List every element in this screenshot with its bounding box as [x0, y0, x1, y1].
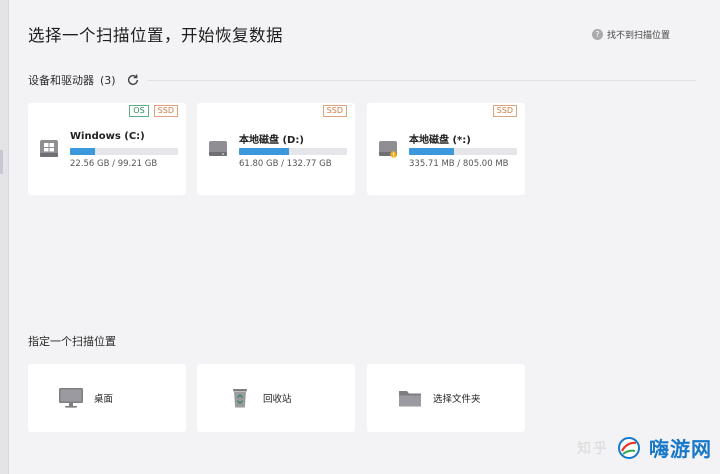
desktop-monitor-icon [59, 388, 83, 408]
drive-card-c[interactable]: OS SSD Windows (C:) 22.56 GB / 99.21 GB [28, 103, 186, 195]
site-watermark: 嗨游网 [649, 437, 712, 461]
help-link-label: 找不到扫描位置 [606, 31, 670, 41]
drive-name: Windows (C:) [70, 131, 145, 142]
drive-card-d[interactable]: SSD 本地磁盘 (D:) 61.80 GB / 132.77 GB [197, 103, 355, 195]
recycle-bin-icon [233, 389, 247, 408]
drive-usage-fill [409, 148, 455, 155]
refresh-icon[interactable] [126, 73, 140, 87]
location-section-label: 指定一个扫描位置 [28, 335, 116, 348]
drive-badges: SSD [492, 105, 517, 117]
devices-section-label: 设备和驱动器 [28, 74, 94, 87]
location-section-header: 指定一个扫描位置 [28, 333, 116, 349]
hard-drive-icon [209, 141, 227, 156]
location-recycle-bin[interactable]: 回收站 [197, 364, 355, 432]
ssd-badge: SSD [492, 105, 517, 117]
left-panel-marker [0, 150, 3, 174]
question-circle-icon: ? [591, 29, 603, 40]
hard-drive-warning-icon [379, 141, 397, 158]
devices-section-header: 设备和驱动器 (3) [28, 72, 140, 88]
cant-find-location-link[interactable]: ? 找不到扫描位置 [591, 28, 670, 41]
drive-usage-fill [239, 148, 290, 155]
folder-icon [399, 391, 421, 407]
drive-badges: OS SSD [129, 105, 178, 117]
drive-size: 61.80 GB / 132.77 GB [239, 159, 332, 169]
drive-usage-bar [239, 148, 347, 155]
location-label: 回收站 [263, 394, 292, 405]
drive-usage-bar [70, 148, 178, 155]
zhihu-watermark: 知乎 [577, 440, 609, 457]
drive-usage-bar [409, 148, 517, 155]
section-divider [148, 80, 696, 81]
drive-size: 335.71 MB / 805.00 MB [409, 159, 509, 169]
drive-usage-fill [70, 148, 95, 155]
drive-card-unlettered[interactable]: SSD 本地磁盘 (*:) 335.71 MB / 805.00 MB [367, 103, 525, 195]
left-panel-edge [0, 0, 9, 474]
location-label: 桌面 [94, 394, 114, 405]
drive-name: 本地磁盘 (D:) [239, 135, 304, 146]
ssd-badge: SSD [153, 105, 178, 117]
location-desktop[interactable]: 桌面 [28, 364, 186, 432]
page-title: 选择一个扫描位置，开始恢复数据 [28, 26, 283, 45]
devices-count: (3) [100, 73, 116, 87]
drive-badges: SSD [322, 105, 347, 117]
windows-drive-icon [40, 140, 58, 157]
location-label: 选择文件夹 [433, 394, 481, 405]
drive-name: 本地磁盘 (*:) [409, 135, 471, 146]
site-logo-icon [618, 436, 640, 459]
watermark: 知乎 嗨游网 [577, 433, 712, 462]
location-choose-folder[interactable]: 选择文件夹 [367, 364, 525, 432]
ssd-badge: SSD [322, 105, 347, 117]
drive-size: 22.56 GB / 99.21 GB [70, 159, 158, 169]
os-badge: OS [129, 105, 149, 117]
